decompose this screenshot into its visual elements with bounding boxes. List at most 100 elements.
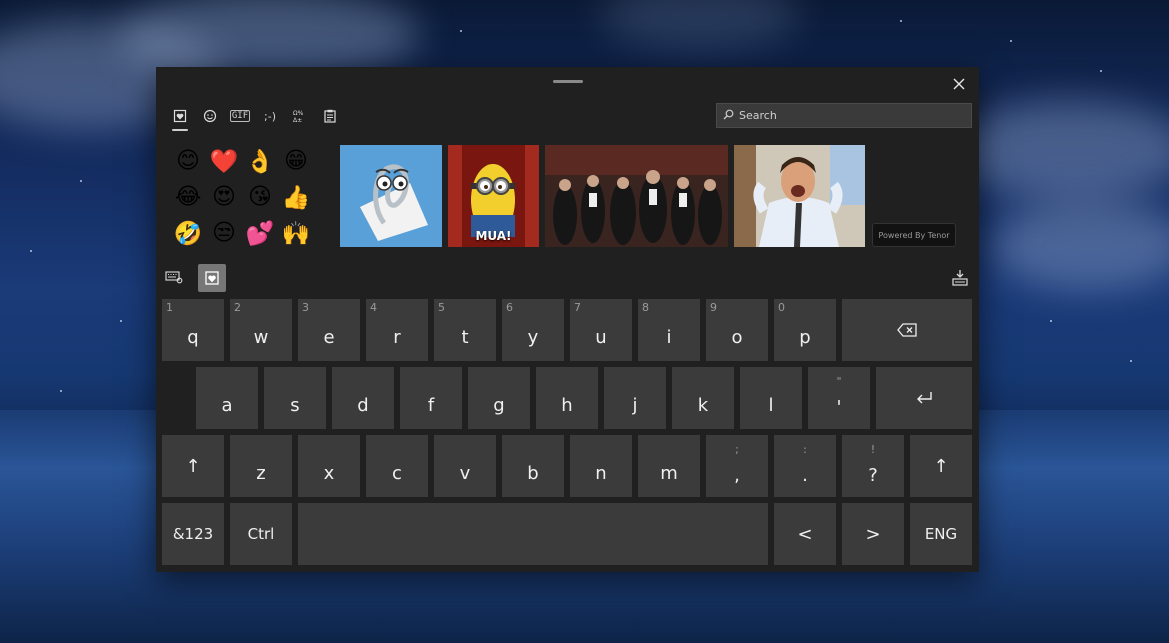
emoji-item[interactable]: 💕 [242,215,278,251]
emoji-panel-toggle[interactable] [198,264,226,292]
key-r[interactable]: 4r [366,299,428,361]
key-label: k [697,395,709,416]
key-space[interactable] [298,503,768,565]
dock-icon [952,270,968,286]
key-language[interactable]: ENG [910,503,972,565]
key-secondary: " [836,375,842,388]
key-backspace[interactable] [842,299,972,361]
key-h[interactable]: h [536,367,598,429]
key-shift-left[interactable]: ↑ [162,435,224,497]
key-i[interactable]: 8i [638,299,700,361]
emoji-item[interactable]: 😒 [206,215,242,251]
key-x[interactable]: x [298,435,360,497]
keyboard-settings-button[interactable] [164,267,184,287]
key-label: a [221,395,233,416]
clippy-gif[interactable] [340,145,442,247]
dock-keyboard-button[interactable] [949,267,971,289]
search-box[interactable] [716,103,972,128]
emoji-item[interactable]: 🤣 [170,215,206,251]
key-label: z [256,463,266,484]
emoji-item[interactable]: 🙌 [278,215,314,251]
key-g[interactable]: g [468,367,530,429]
emoji-item[interactable]: 😂 [170,179,206,215]
key-label: ? [868,465,878,486]
key-label: h [561,395,573,416]
key-p[interactable]: 0p [774,299,836,361]
key-label: ' [836,397,842,418]
svg-text:Ω%: Ω% [293,110,304,117]
key-symbols[interactable]: &123 [162,503,224,565]
clipboard-tab[interactable] [318,105,342,127]
key-label: j [632,395,638,416]
key-z[interactable]: z [230,435,292,497]
key-comma[interactable]: ;, [706,435,768,497]
excited-man-gif[interactable] [734,145,865,247]
key-s[interactable]: s [264,367,326,429]
key-label: w [253,327,269,348]
kaomoji-tab[interactable]: ;-) [258,105,282,127]
key-label: v [459,463,471,484]
emoji-item[interactable]: 😊 [170,143,206,179]
key-label: y [527,327,539,348]
key-v[interactable]: v [434,435,496,497]
gif-tab[interactable]: GIF [228,105,252,127]
key-right-arrow[interactable]: > [842,503,904,565]
key-secondary: 5 [438,301,445,314]
key-u[interactable]: 7u [570,299,632,361]
key-label: e [323,327,335,348]
heart-note-icon [173,109,187,123]
key-label: c [392,463,402,484]
emoji-item[interactable]: 😘 [242,179,278,215]
drag-handle[interactable] [553,80,583,83]
recent-emoji-grid: 😊 ❤️ 👌 😁 😂 😍 😘 👍 🤣 😒 💕 🙌 [170,143,314,251]
key-y[interactable]: 6y [502,299,564,361]
emoji-item[interactable]: 😍 [206,179,242,215]
emoji-item[interactable]: 😁 [278,143,314,179]
applause-crowd-gif[interactable] [545,145,728,247]
key-label: q [187,327,199,348]
key-d[interactable]: d [332,367,394,429]
shift-icon: ↑ [933,455,949,477]
key-secondary: 2 [234,301,241,314]
key-enter[interactable] [876,367,972,429]
key-o[interactable]: 9o [706,299,768,361]
key-apostrophe[interactable]: " ' [808,367,870,429]
key-question[interactable]: !? [842,435,904,497]
key-e[interactable]: 3e [298,299,360,361]
key-f[interactable]: f [400,367,462,429]
key-period[interactable]: :. [774,435,836,497]
close-button[interactable] [945,71,973,99]
key-m[interactable]: m [638,435,700,497]
key-secondary: 7 [574,301,581,314]
key-secondary: 4 [370,301,377,314]
emoji-tab[interactable] [198,105,222,127]
key-k[interactable]: k [672,367,734,429]
key-a[interactable]: a [196,367,258,429]
key-secondary: ! [870,443,876,456]
emoji-item[interactable]: ❤️ [206,143,242,179]
symbols-tab[interactable]: Ω% Δ± [288,105,312,127]
key-n[interactable]: n [570,435,632,497]
excited-man-image [734,145,865,247]
key-q[interactable]: 1q [162,299,224,361]
key-l[interactable]: l [740,367,802,429]
emoji-item[interactable]: 👍 [278,179,314,215]
key-j[interactable]: j [604,367,666,429]
key-label: &123 [172,525,214,543]
emoji-item[interactable]: 👌 [242,143,278,179]
key-w[interactable]: 2w [230,299,292,361]
key-ctrl[interactable]: Ctrl [230,503,292,565]
powered-by-tenor[interactable]: Powered By Tenor [872,223,956,247]
key-t[interactable]: 5t [434,299,496,361]
shift-icon: ↑ [185,455,201,477]
favorites-tab[interactable] [168,105,192,131]
key-b[interactable]: b [502,435,564,497]
key-shift-right[interactable]: ↑ [910,435,972,497]
key-label: x [323,463,335,484]
key-label: n [595,463,607,484]
search-input[interactable] [739,109,971,122]
key-c[interactable]: c [366,435,428,497]
key-left-arrow[interactable]: < [774,503,836,565]
minion-gif[interactable]: MUA! [448,145,539,247]
key-label: r [393,327,401,348]
